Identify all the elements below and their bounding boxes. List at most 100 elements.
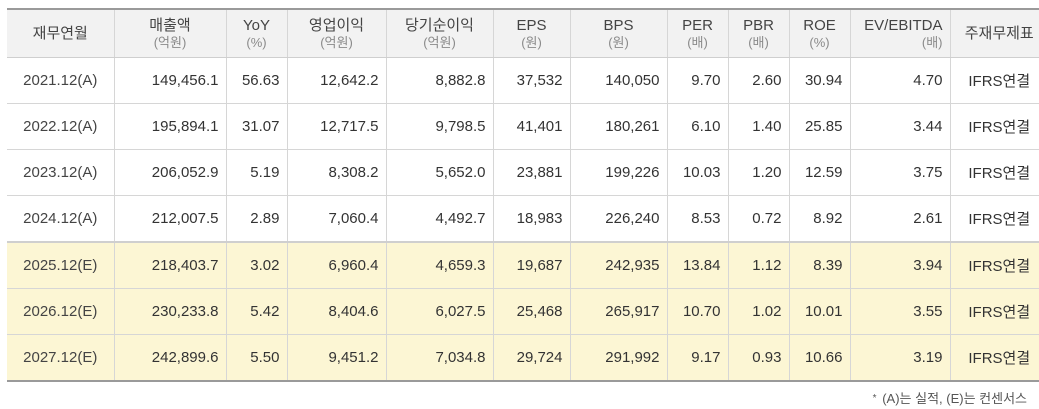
cell-bps: 180,261 (569, 103, 667, 150)
header-unit: (억원) (153, 34, 187, 50)
cell-roe: 30.94 (788, 57, 850, 104)
header-label: EPS (516, 16, 547, 34)
table-row: 2027.12(E) 242,899.6 5.50 9,451.2 7,034.8 29,… (7, 334, 1039, 382)
cell-per: 9.70 (666, 57, 728, 104)
cell-basis: IFRS연결 (949, 334, 1039, 382)
header-unit: (배) (921, 34, 943, 50)
cell-yoy: 5.19 (225, 149, 287, 196)
cell-yoy: 56.63 (225, 57, 287, 104)
cell-basis: IFRS연결 (949, 241, 1039, 289)
cell-period: 2021.12(A) (7, 57, 114, 104)
header-label: 매출액 (149, 16, 191, 34)
cell-pbr: 1.02 (727, 288, 789, 335)
header-unit: (%) (809, 34, 830, 50)
header-roe: ROE (%) (788, 9, 850, 58)
cell-pbr: 2.60 (727, 57, 789, 104)
table-row: 2022.12(A) 195,894.1 31.07 12,717.5 9,798.5 4… (7, 103, 1039, 150)
header-label: ROE (803, 16, 836, 34)
header-unit: (원) (521, 34, 542, 50)
cell-bps: 242,935 (569, 241, 667, 289)
cell-net-income: 9,798.5 (385, 103, 493, 150)
footnote-text: (A)는 실적, (E)는 컨센서스 (882, 391, 1027, 406)
footnote-marker: * (872, 393, 877, 404)
cell-sales: 230,233.8 (113, 288, 226, 335)
cell-net-income: 6,027.5 (385, 288, 493, 335)
cell-per: 13.84 (666, 241, 728, 289)
cell-pbr: 1.20 (727, 149, 789, 196)
header-unit: (억원) (423, 34, 456, 50)
header-label: 영업이익 (308, 16, 365, 34)
header-period: 재무연월 (7, 9, 114, 58)
cell-eps: 25,468 (492, 288, 570, 335)
cell-net-income: 5,652.0 (385, 149, 493, 196)
cell-ev-ebitda: 3.44 (849, 103, 950, 150)
header-sales: 매출액 (억원) (113, 9, 226, 58)
cell-pbr: 1.12 (727, 241, 789, 289)
header-unit: (배) (748, 34, 769, 50)
cell-basis: IFRS연결 (949, 103, 1039, 150)
cell-sales: 149,456.1 (113, 57, 226, 104)
cell-sales: 206,052.9 (113, 149, 226, 196)
cell-period: 2022.12(A) (7, 103, 114, 150)
header-eps: EPS (원) (492, 9, 570, 58)
header-unit: (억원) (320, 34, 353, 50)
header-label: 재무연월 (32, 25, 88, 42)
header-ev-ebitda: EV/EBITDA (배) (849, 9, 950, 58)
table-row: 2021.12(A) 149,456.1 56.63 12,642.2 8,882.8 3… (7, 57, 1039, 104)
header-label: EV/EBITDA (864, 16, 943, 34)
cell-sales: 212,007.5 (113, 195, 226, 243)
cell-yoy: 5.50 (225, 334, 287, 382)
header-per: PER (배) (666, 9, 728, 58)
header-yoy: YoY (%) (225, 9, 287, 58)
cell-eps: 29,724 (492, 334, 570, 382)
cell-eps: 23,881 (492, 149, 570, 196)
cell-ev-ebitda: 3.94 (849, 241, 950, 289)
cell-eps: 19,687 (492, 241, 570, 289)
header-unit: (원) (608, 34, 629, 50)
cell-sales: 218,403.7 (113, 241, 226, 289)
cell-op-income: 6,960.4 (286, 241, 386, 289)
cell-pbr: 0.72 (727, 195, 789, 243)
cell-yoy: 31.07 (225, 103, 287, 150)
cell-op-income: 12,642.2 (286, 57, 386, 104)
cell-ev-ebitda: 2.61 (849, 195, 950, 243)
cell-period: 2026.12(E) (7, 288, 114, 335)
cell-bps: 291,992 (569, 334, 667, 382)
cell-net-income: 8,882.8 (385, 57, 493, 104)
cell-sales: 242,899.6 (113, 334, 226, 382)
cell-basis: IFRS연결 (949, 149, 1039, 196)
header-label: PER (682, 16, 713, 34)
table-header: 재무연월 매출액 (억원) YoY (%) 영업이익 (억원) 당기순이익 (억… (7, 9, 1039, 58)
cell-roe: 12.59 (788, 149, 850, 196)
header-label: 당기순이익 (404, 16, 474, 34)
cell-basis: IFRS연결 (949, 288, 1039, 335)
cell-period: 2027.12(E) (7, 334, 114, 382)
header-net-income: 당기순이익 (억원) (385, 9, 493, 58)
cell-ev-ebitda: 3.19 (849, 334, 950, 382)
cell-bps: 140,050 (569, 57, 667, 104)
header-unit: (%) (246, 34, 267, 50)
cell-per: 6.10 (666, 103, 728, 150)
header-unit: (배) (687, 34, 708, 50)
header-basis: 주재무제표 (949, 9, 1039, 58)
cell-sales: 195,894.1 (113, 103, 226, 150)
header-label: PBR (743, 16, 774, 34)
cell-roe: 25.85 (788, 103, 850, 150)
header-label: 주재무제표 (964, 25, 1034, 42)
table-row: 2026.12(E) 230,233.8 5.42 8,404.6 6,027.5 25,… (7, 288, 1039, 335)
cell-eps: 18,983 (492, 195, 570, 243)
cell-op-income: 8,308.2 (286, 149, 386, 196)
cell-pbr: 1.40 (727, 103, 789, 150)
cell-per: 8.53 (666, 195, 728, 243)
cell-net-income: 4,492.7 (385, 195, 493, 243)
cell-period: 2024.12(A) (7, 195, 114, 243)
cell-op-income: 9,451.2 (286, 334, 386, 382)
header-operating-income: 영업이익 (억원) (286, 9, 386, 58)
table-row: 2023.12(A) 206,052.9 5.19 8,308.2 5,652.0 23,… (7, 149, 1039, 196)
cell-yoy: 3.02 (225, 241, 287, 289)
cell-op-income: 7,060.4 (286, 195, 386, 243)
header-bps: BPS (원) (569, 9, 667, 58)
cell-period: 2025.12(E) (7, 241, 114, 289)
cell-op-income: 12,717.5 (286, 103, 386, 150)
cell-pbr: 0.93 (727, 334, 789, 382)
